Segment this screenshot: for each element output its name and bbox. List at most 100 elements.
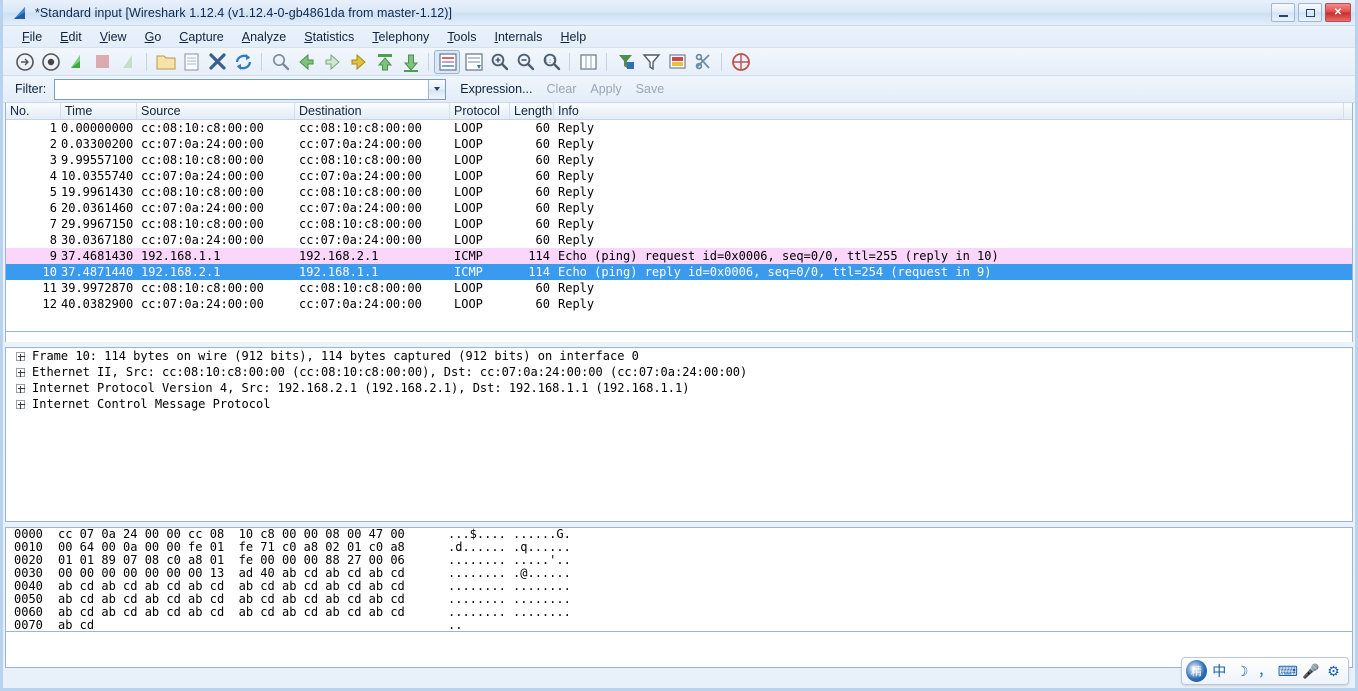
cell-protocol: ICMP xyxy=(454,249,483,263)
ime-voice-icon[interactable]: 🎤 xyxy=(1300,660,1321,682)
ime-settings-icon[interactable]: ⚙ xyxy=(1323,660,1344,682)
hex-dump-row[interactable]: 0070 ab cd.. xyxy=(6,619,1352,632)
cell-protocol: LOOP xyxy=(454,233,483,247)
menu-item-capture[interactable]: Capture xyxy=(170,28,232,46)
go-back-icon[interactable] xyxy=(293,50,319,74)
zoom-in-icon[interactable] xyxy=(486,50,512,74)
detail-tree-item[interactable]: Internet Protocol Version 4, Src: 192.16… xyxy=(6,380,1352,396)
table-row[interactable]: 4 10.0355740 cc:07:0a:24:00:00 cc:07:0a:24:… xyxy=(6,168,1352,184)
ime-logo-icon[interactable]: 精 xyxy=(1186,660,1207,682)
resize-columns-icon[interactable] xyxy=(575,50,601,74)
plus-box-icon[interactable] xyxy=(16,367,25,377)
column-header-source[interactable]: Source xyxy=(137,103,295,119)
menu-item-go[interactable]: Go xyxy=(136,28,171,46)
packet-list-filler xyxy=(5,332,1353,342)
packet-list-rows: 1 0.00000000 cc:08:10:c8:00:00 cc:08:10:c8:… xyxy=(6,120,1352,312)
hex-dump-row[interactable]: 0060 ab cd ab cd ab cd ab cd ab cd ab cd … xyxy=(6,606,1352,619)
reload-file-icon[interactable] xyxy=(230,50,256,74)
ime-keyboard-icon[interactable]: ⌨ xyxy=(1277,660,1298,682)
menu-item-tools[interactable]: Tools xyxy=(438,28,485,46)
filter-history-dropdown[interactable] xyxy=(428,79,446,99)
detail-tree-item[interactable]: Ethernet II, Src: cc:08:10:c8:00:00 (cc:… xyxy=(6,364,1352,380)
capture-filters-icon[interactable] xyxy=(612,50,638,74)
capture-options-icon[interactable] xyxy=(37,50,63,74)
menu-item-internals[interactable]: Internals xyxy=(485,28,551,46)
cell-info: Reply xyxy=(558,201,595,215)
menu-item-analyze[interactable]: Analyze xyxy=(233,28,295,46)
filter-apply-button[interactable]: Apply xyxy=(590,82,621,96)
zoom-out-icon[interactable] xyxy=(512,50,538,74)
plus-box-icon[interactable] xyxy=(16,383,25,393)
table-row[interactable]: 3 9.99557100 cc:08:10:c8:00:00 cc:08:10:c8:… xyxy=(6,152,1352,168)
menu-item-statistics[interactable]: Statistics xyxy=(295,28,363,46)
cell-length: 60 xyxy=(535,233,550,247)
column-header-length[interactable]: Length xyxy=(510,103,554,119)
table-row[interactable]: 7 29.9967150 cc:08:10:c8:00:00 cc:08:10:c8:… xyxy=(6,216,1352,232)
window-controls: ✕ xyxy=(1271,3,1351,22)
ime-punctuation-icon[interactable]: ， xyxy=(1255,660,1276,682)
ime-moon-icon[interactable]: ☽ xyxy=(1232,660,1253,682)
column-header-time[interactable]: Time xyxy=(61,103,137,119)
table-row[interactable]: 8 30.0367180 cc:07:0a:24:00:00 cc:07:0a:24:… xyxy=(6,232,1352,248)
table-row[interactable]: 1 0.00000000 cc:08:10:c8:00:00 cc:08:10:c8:… xyxy=(6,120,1352,136)
ime-chinese-icon[interactable]: 中 xyxy=(1209,660,1230,682)
cell-dest: cc:07:0a:24:00:00 xyxy=(299,297,422,311)
packet-list-pane[interactable]: No. Time Source Destination Protocol Length In… xyxy=(5,103,1353,332)
cell-info: Reply xyxy=(558,297,595,311)
help-contents-icon[interactable] xyxy=(727,50,753,74)
column-header-dest[interactable]: Destination xyxy=(295,103,450,119)
table-row[interactable]: 6 20.0361460 cc:07:0a:24:00:00 cc:07:0a:24:… xyxy=(6,200,1352,216)
detail-tree-item[interactable]: Frame 10: 114 bytes on wire (912 bits), … xyxy=(6,348,1352,364)
close-file-icon[interactable] xyxy=(204,50,230,74)
plus-box-icon[interactable] xyxy=(16,351,25,361)
menu-item-file[interactable]: File xyxy=(13,28,51,46)
start-capture-icon[interactable] xyxy=(63,50,89,74)
menu-item-telephony[interactable]: Telephony xyxy=(363,28,438,46)
coloring-rules-icon[interactable] xyxy=(664,50,690,74)
ime-toolbar[interactable]: 精中 ☽， ⌨ 🎤 ⚙ xyxy=(1181,657,1349,685)
go-forward-icon[interactable] xyxy=(319,50,345,74)
maximize-button[interactable] xyxy=(1298,3,1322,22)
menu-item-help[interactable]: Help xyxy=(551,28,595,46)
wireshark-fin-icon xyxy=(12,6,28,20)
hex-bytes: ab cd ab cd ab cd ab cd ab cd ab cd ab c… xyxy=(58,605,405,619)
auto-scroll-icon[interactable] xyxy=(460,50,486,74)
packet-bytes-pane[interactable]: 0000 cc 07 0a 24 00 00 cc 08 10 c8 00 00 … xyxy=(5,527,1353,632)
interfaces-icon[interactable] xyxy=(11,50,37,74)
table-row[interactable]: 11 39.9972870 cc:08:10:c8:00:00 cc:08:10:c8… xyxy=(6,280,1352,296)
table-row[interactable]: 12 40.0382900 cc:07:0a:24:00:00 cc:07:0a:24… xyxy=(6,296,1352,312)
column-header-no[interactable]: No. xyxy=(6,103,61,119)
cell-info: Reply xyxy=(558,281,595,295)
menu-item-view[interactable]: View xyxy=(91,28,136,46)
column-header-info[interactable]: Info xyxy=(554,103,1344,119)
table-row[interactable]: 10 37.4871440 192.168.2.1 192.168.1.1 ICMP 11… xyxy=(6,264,1352,280)
open-file-icon[interactable] xyxy=(152,50,178,74)
find-packet-icon[interactable] xyxy=(267,50,293,74)
plus-box-icon[interactable] xyxy=(16,399,25,409)
colorize-packet-list-icon[interactable] xyxy=(434,49,460,74)
filter-clear-button[interactable]: Clear xyxy=(547,82,577,96)
filter-input-wrapper[interactable] xyxy=(54,78,447,100)
filter-input[interactable] xyxy=(55,79,429,99)
filter-save-button[interactable]: Save xyxy=(636,82,665,96)
packet-details-pane[interactable]: Frame 10: 114 bytes on wire (912 bits), … xyxy=(5,347,1353,522)
table-row[interactable]: 9 37.4681430 192.168.1.1 192.168.2.1 ICMP 114… xyxy=(6,248,1352,264)
menu-item-edit[interactable]: Edit xyxy=(51,28,91,46)
cell-time: 0.00000000 xyxy=(61,121,134,135)
chevron-down-icon xyxy=(434,87,441,91)
minimize-button[interactable] xyxy=(1271,3,1295,22)
close-button[interactable]: ✕ xyxy=(1325,3,1351,22)
filter-expression-button[interactable]: Expression... xyxy=(460,82,532,96)
zoom-reset-icon[interactable]: 1:1 xyxy=(538,50,564,74)
display-filters-icon[interactable] xyxy=(638,50,664,74)
save-file-icon[interactable] xyxy=(178,50,204,74)
go-last-packet-icon[interactable] xyxy=(397,50,423,74)
go-first-packet-icon[interactable] xyxy=(371,50,397,74)
table-row[interactable]: 5 19.9961430 cc:08:10:c8:00:00 cc:08:10:c8:… xyxy=(6,184,1352,200)
preferences-icon[interactable] xyxy=(690,50,716,74)
column-header-protocol[interactable]: Protocol xyxy=(450,103,510,119)
table-row[interactable]: 2 0.03300200 cc:07:0a:24:00:00 cc:07:0a:24:… xyxy=(6,136,1352,152)
detail-tree-item[interactable]: Internet Control Message Protocol xyxy=(6,396,1352,412)
go-to-packet-icon[interactable] xyxy=(345,50,371,74)
cell-time: 9.99557100 xyxy=(61,153,134,167)
